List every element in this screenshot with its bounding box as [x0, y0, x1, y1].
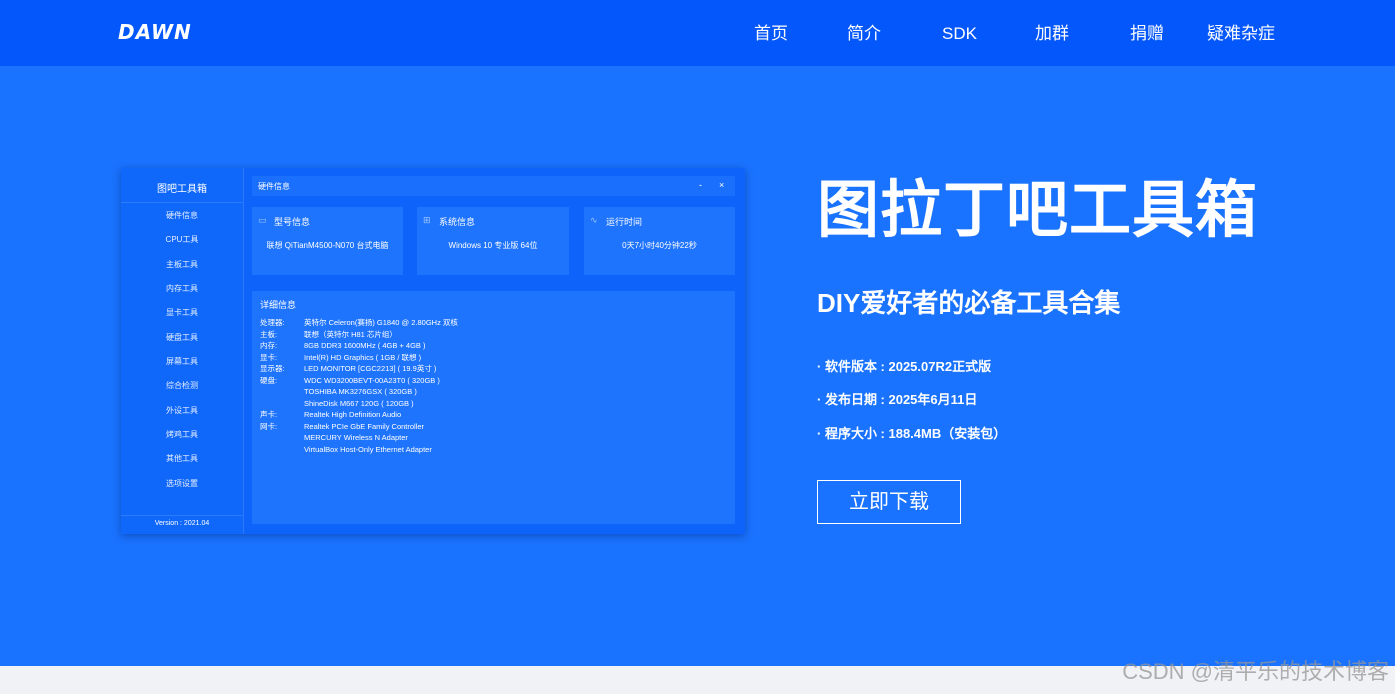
- detail-value: 联想（英特尔 H81 芯片组）: [304, 329, 397, 339]
- card-title: 系统信息: [439, 217, 476, 227]
- sidebar-item-cpu[interactable]: CPU工具: [121, 234, 243, 245]
- detail-key: 显示器:: [260, 364, 285, 373]
- card-model: ▭ 型号信息 联想 QiTianM4500-N070 台式电脑: [252, 207, 403, 275]
- sidebar-item-other[interactable]: 其他工具: [121, 453, 243, 464]
- detail-key: 显卡:: [260, 352, 278, 362]
- detail-key: 网卡:: [260, 421, 278, 431]
- detail-key: 声卡:: [260, 410, 278, 419]
- brand-logo[interactable]: DAWN: [118, 20, 192, 44]
- detail-title: 详细信息: [260, 300, 297, 310]
- nav-intro[interactable]: 简介: [847, 23, 881, 45]
- sidebar-item-gpu[interactable]: 显卡工具: [121, 307, 243, 318]
- hero-subtitle: DIY爱好者的必备工具合集: [817, 288, 1121, 318]
- app-version: Version : 2021.04: [154, 520, 210, 527]
- sidebar-item-memory[interactable]: 内存工具: [121, 283, 243, 294]
- download-button[interactable]: 立即下载: [817, 480, 961, 524]
- nav-home[interactable]: 首页: [754, 23, 788, 45]
- window-titlebar: 硬件信息 - ×: [252, 176, 735, 196]
- sidebar-divider: [121, 515, 243, 516]
- app-sidebar: 图吧工具箱 硬件信息 CPU工具 主板工具 内存工具 显卡工具 硬盘工具 屏幕工…: [121, 168, 244, 534]
- windows-icon: ⊞: [423, 215, 431, 225]
- card-system: ⊞ 系统信息 Windows 10 专业版 64位: [417, 207, 569, 275]
- detail-value: WDC WD3200BEVT-00A23T0 ( 320GB ): [304, 375, 440, 385]
- detail-value: Realtek High Definition Audio: [304, 410, 402, 419]
- detail-value: TOSHIBA MK3276GSX ( 320GB ): [304, 387, 417, 396]
- nav-join-group[interactable]: 加群: [1035, 23, 1069, 45]
- detail-key: 硬盘:: [260, 375, 278, 385]
- card-title: 运行时间: [606, 217, 643, 227]
- card-title: 型号信息: [274, 217, 311, 227]
- monitor-icon: ▭: [258, 215, 267, 225]
- detail-value: 8GB DDR3 1600MHz ( 4GB + 4GB ): [304, 341, 426, 350]
- card-value: 0天7小时40分钟22秒: [622, 241, 697, 250]
- detail-key: 内存:: [260, 341, 278, 350]
- detail-value: VirtualBox Host-Only Ethernet Adapter: [304, 444, 432, 454]
- detail-panel: 详细信息 处理器: 英特尔 Celeron(赛扬) G1840 @ 2.80GHz…: [252, 291, 735, 524]
- detail-value: 英特尔 Celeron(赛扬) G1840 @ 2.80GHz 双核: [304, 318, 458, 327]
- nav-sdk[interactable]: SDK: [942, 23, 977, 45]
- sidebar-item-settings[interactable]: 选项设置: [121, 478, 243, 489]
- window-title: 硬件信息: [258, 182, 290, 191]
- detail-value: ShineDisk M667 120G ( 120GB ): [304, 398, 414, 408]
- sidebar-item-hardware[interactable]: 硬件信息: [121, 210, 243, 221]
- info-version: · 软件版本 : 2025.07R2正式版: [817, 359, 992, 374]
- info-release-date: · 发布日期 : 2025年6月11日: [817, 392, 978, 407]
- sidebar-item-diagnostics[interactable]: 综合检测: [121, 380, 243, 391]
- app-screenshot: 图吧工具箱 硬件信息 CPU工具 主板工具 内存工具 显卡工具 硬盘工具 屏幕工…: [121, 168, 745, 534]
- top-nav: DAWN 首页 简介 SDK 加群 捐赠 疑难杂症: [0, 0, 1395, 66]
- card-value: Windows 10 专业版 64位: [448, 241, 538, 250]
- nav-faq[interactable]: 疑难杂症: [1207, 23, 1275, 45]
- sidebar-item-stress[interactable]: 烤鸡工具: [121, 429, 243, 440]
- nav-donate[interactable]: 捐赠: [1130, 23, 1164, 45]
- detail-value: LED MONITOR [CGC2213] ( 19.9英寸 ): [304, 364, 437, 373]
- watermark: CSDN @清平乐的技术博客: [1122, 659, 1389, 684]
- sidebar-item-motherboard[interactable]: 主板工具: [121, 259, 243, 270]
- sidebar-divider: [121, 202, 243, 203]
- detail-value: Intel(R) HD Graphics ( 1GB / 联想 ): [304, 352, 422, 362]
- sidebar-item-disk[interactable]: 硬盘工具: [121, 332, 243, 343]
- pulse-icon: ∿: [590, 215, 598, 225]
- detail-value: MERCURY Wireless N Adapter: [304, 433, 408, 442]
- card-value: 联想 QiTianM4500-N070 台式电脑: [266, 241, 389, 250]
- close-icon[interactable]: ×: [719, 180, 724, 190]
- detail-key: 处理器:: [260, 318, 285, 327]
- sidebar-item-screen[interactable]: 屏幕工具: [121, 356, 243, 367]
- app-title: 图吧工具箱: [157, 184, 207, 195]
- hero-title: 图拉丁吧工具箱: [817, 176, 1259, 245]
- detail-key: 主板:: [260, 329, 278, 339]
- info-size: · 程序大小 : 188.4MB（安装包）: [817, 426, 1007, 441]
- sidebar-item-peripherals[interactable]: 外设工具: [121, 405, 243, 416]
- detail-value: Realtek PCIe GbE Family Controller: [304, 421, 425, 431]
- minimize-icon[interactable]: -: [699, 180, 702, 190]
- card-uptime: ∿ 运行时间 0天7小时40分钟22秒: [584, 207, 735, 275]
